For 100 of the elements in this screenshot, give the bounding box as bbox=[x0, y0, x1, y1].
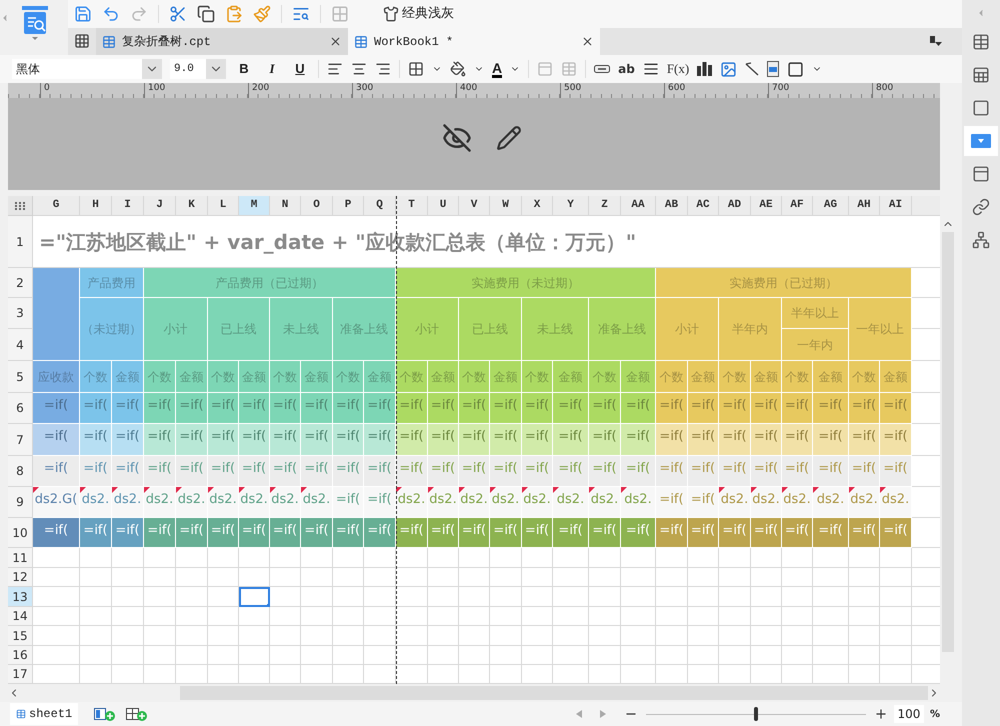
column-header[interactable]: Z bbox=[589, 196, 621, 216]
undo-icon[interactable] bbox=[102, 5, 120, 23]
table-cell bbox=[522, 607, 553, 626]
column-header[interactable]: Y bbox=[553, 196, 589, 216]
column-header[interactable]: I bbox=[112, 196, 144, 216]
row-header[interactable]: 1 bbox=[8, 216, 33, 268]
row-header[interactable]: 13 bbox=[8, 587, 33, 607]
column-header[interactable]: AF bbox=[782, 196, 813, 216]
zoom-unit: % bbox=[930, 708, 940, 722]
theme-button[interactable]: 经典浅灰 bbox=[383, 4, 454, 24]
table-cell bbox=[553, 587, 589, 607]
column-header[interactable]: AG bbox=[813, 196, 849, 216]
align-center-icon[interactable] bbox=[351, 61, 367, 77]
column-header[interactable]: N bbox=[270, 196, 301, 216]
hide-icon[interactable] bbox=[442, 123, 472, 153]
column-header[interactable]: AB bbox=[656, 196, 688, 216]
select-all-button[interactable] bbox=[8, 196, 33, 216]
row-header[interactable]: 9 bbox=[8, 487, 33, 518]
column-header[interactable]: K bbox=[176, 196, 208, 216]
font-select[interactable]: 黑体 bbox=[12, 59, 162, 79]
table-cell bbox=[522, 665, 553, 684]
font-color-button[interactable]: A bbox=[492, 60, 502, 78]
text-button[interactable]: ab bbox=[618, 60, 635, 78]
row-header[interactable]: 5 bbox=[8, 361, 33, 393]
row-header[interactable]: 17 bbox=[8, 665, 33, 684]
row-header[interactable]: 11 bbox=[8, 548, 33, 568]
row-header[interactable]: 2 bbox=[8, 268, 33, 298]
slider-thumb[interactable] bbox=[754, 707, 758, 721]
row-header[interactable]: 6 bbox=[8, 393, 33, 424]
row-header[interactable]: 14 bbox=[8, 607, 33, 626]
row-header[interactable]: 4 bbox=[8, 329, 33, 361]
column-header[interactable]: AA bbox=[621, 196, 656, 216]
column-header[interactable]: T bbox=[396, 196, 428, 216]
new-sheet-icon[interactable] bbox=[74, 33, 90, 49]
column-header[interactable]: U bbox=[428, 196, 459, 216]
border-icon[interactable] bbox=[408, 61, 424, 77]
row-header[interactable]: 8 bbox=[8, 456, 33, 487]
save-icon[interactable] bbox=[74, 5, 92, 23]
field-icon[interactable] bbox=[594, 65, 610, 73]
bar-chart-icon[interactable] bbox=[697, 62, 712, 76]
rich-text-icon[interactable] bbox=[642, 61, 659, 77]
column-header[interactable]: AC bbox=[688, 196, 719, 216]
align-left-icon[interactable] bbox=[327, 61, 343, 77]
file-tab[interactable]: WorkBook1 * bbox=[348, 28, 600, 55]
chevron-down-icon[interactable] bbox=[206, 59, 226, 79]
app-menu-button[interactable] bbox=[22, 6, 48, 40]
column-header[interactable]: X bbox=[522, 196, 553, 216]
table-cell bbox=[459, 568, 490, 587]
line-icon[interactable] bbox=[745, 62, 760, 76]
sheet-tab[interactable]: sheet1 bbox=[10, 703, 78, 725]
bold-button[interactable]: B bbox=[234, 59, 254, 79]
chevron-down-icon[interactable] bbox=[142, 59, 162, 79]
row-header[interactable]: 7 bbox=[8, 424, 33, 456]
column-header[interactable]: P bbox=[333, 196, 364, 216]
align-right-icon[interactable] bbox=[375, 61, 391, 77]
column-header[interactable]: AI bbox=[880, 196, 912, 216]
zoom-slider[interactable] bbox=[646, 707, 866, 721]
column-header[interactable]: Q bbox=[364, 196, 396, 216]
active-cell[interactable] bbox=[239, 587, 270, 607]
row-header[interactable]: 12 bbox=[8, 568, 33, 587]
dropdown-box-icon[interactable] bbox=[964, 126, 998, 156]
column-header[interactable]: H bbox=[80, 196, 112, 216]
column-header[interactable]: L bbox=[208, 196, 239, 216]
table-cell bbox=[396, 626, 428, 646]
row-header[interactable]: 15 bbox=[8, 626, 33, 646]
underline-button[interactable]: U bbox=[290, 59, 310, 79]
zoom-field[interactable]: 100 bbox=[894, 705, 924, 723]
row-header[interactable]: 16 bbox=[8, 646, 33, 665]
slide-icon[interactable] bbox=[767, 61, 780, 77]
column-header[interactable]: J bbox=[144, 196, 176, 216]
close-icon[interactable] bbox=[581, 35, 594, 48]
add-sheet-icon[interactable] bbox=[94, 707, 116, 721]
add-report-icon[interactable] bbox=[126, 707, 148, 721]
column-header[interactable]: M bbox=[239, 196, 270, 216]
table-cell bbox=[333, 665, 364, 684]
column-header[interactable]: O bbox=[301, 196, 333, 216]
cut-icon[interactable] bbox=[169, 5, 187, 23]
column-header[interactable]: G bbox=[33, 196, 80, 216]
column-header[interactable]: W bbox=[490, 196, 522, 216]
file-tab[interactable]: 复杂折叠树.cpt bbox=[96, 28, 348, 55]
fill-color-icon[interactable] bbox=[450, 61, 466, 77]
size-select[interactable]: 9.0 bbox=[170, 59, 226, 79]
tab-menu-icon[interactable] bbox=[930, 36, 942, 46]
close-icon[interactable] bbox=[329, 35, 342, 48]
cell-text: =if( bbox=[210, 523, 236, 538]
ruler-label: 600 bbox=[664, 83, 768, 98]
zoom-in-icon[interactable] bbox=[874, 707, 888, 721]
copy-icon[interactable] bbox=[197, 5, 215, 23]
edit-icon[interactable] bbox=[496, 125, 522, 151]
column-header[interactable]: AD bbox=[719, 196, 751, 216]
formula-button[interactable]: F(x) bbox=[666, 59, 690, 79]
search-icon[interactable] bbox=[292, 5, 310, 23]
column-header[interactable]: AH bbox=[849, 196, 880, 216]
italic-button[interactable]: I bbox=[262, 59, 282, 79]
frame-icon[interactable] bbox=[787, 60, 804, 78]
column-header[interactable]: AE bbox=[751, 196, 782, 216]
image-icon[interactable] bbox=[720, 60, 738, 78]
column-header[interactable]: V bbox=[459, 196, 490, 216]
row-header[interactable]: 3 bbox=[8, 298, 33, 329]
row-header[interactable]: 10 bbox=[8, 518, 33, 548]
